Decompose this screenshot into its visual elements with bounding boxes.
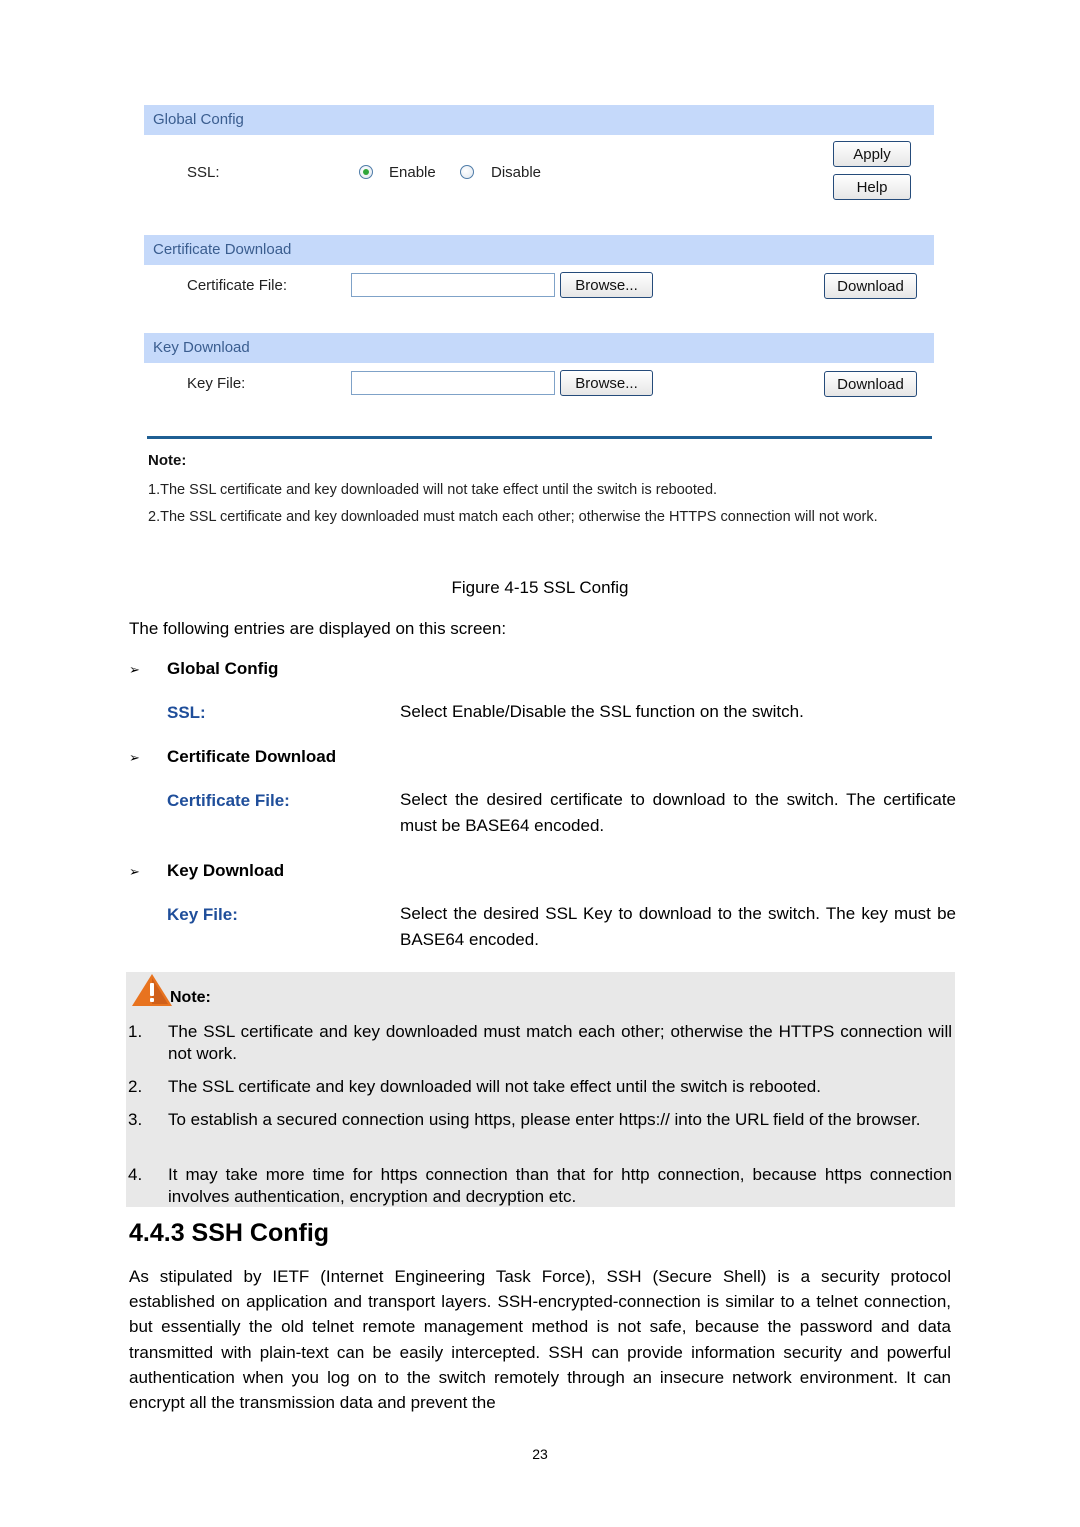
- note-divider: [147, 436, 932, 439]
- note-item-text: To establish a secured connection using …: [168, 1110, 921, 1129]
- ssl-disable-radio[interactable]: [460, 165, 474, 179]
- section-key-download: ➢ Key Download: [129, 861, 284, 881]
- ssl-enable-radio[interactable]: [359, 165, 373, 179]
- note-item-text: The SSL certificate and key downloaded m…: [168, 1022, 952, 1063]
- desc-certificate-file: Select the desired certificate to downlo…: [400, 790, 956, 835]
- term-key-file: Key File:: [167, 905, 238, 924]
- figure-caption: Figure 4-15 SSL Config: [451, 578, 629, 597]
- key-file-label: Key File:: [187, 375, 246, 392]
- key-file-input[interactable]: [351, 371, 555, 395]
- warning-triangle-icon: [130, 972, 174, 1013]
- desc-key-file: Select the desired SSL Key to download t…: [400, 904, 956, 949]
- screenshot-note-item: 2.The SSL certificate and key downloaded…: [148, 509, 878, 525]
- desc-ssl: Select Enable/Disable the SSL function o…: [400, 702, 804, 721]
- note-label: Note:: [170, 989, 211, 1006]
- note-item-number: 3.: [128, 1110, 143, 1129]
- term-certificate-file: Certificate File:: [167, 791, 290, 810]
- help-button[interactable]: Help: [833, 174, 911, 200]
- certificate-download-header: Certificate Download: [144, 235, 934, 265]
- global-config-header: Global Config: [144, 105, 934, 135]
- screenshot-note-item: 1.The SSL certificate and key downloaded…: [148, 482, 718, 498]
- certificate-download-button[interactable]: Download: [824, 273, 917, 299]
- note-item-number: 2.: [128, 1077, 143, 1096]
- note-item-text: It may take more time for https connecti…: [168, 1165, 952, 1206]
- note-box: Note: 1. The SSL certificate and key dow…: [126, 972, 955, 1207]
- certificate-file-label: Certificate File:: [187, 277, 288, 294]
- key-download-header: Key Download: [144, 333, 934, 363]
- section-heading: 4.4.3 SSH Config: [129, 1219, 330, 1247]
- ssl-enable-label[interactable]: Enable: [389, 164, 436, 181]
- section-title: Certificate Download: [167, 747, 337, 766]
- key-download-button[interactable]: Download: [824, 371, 917, 397]
- section-certificate-download: ➢ Certificate Download: [129, 747, 336, 767]
- arrowhead-bullet-icon: ➢: [129, 750, 140, 765]
- certificate-browse-button[interactable]: Browse...: [560, 272, 653, 298]
- ssl-config-screenshot: Global Config SSL: Enable Disable Apply …: [144, 105, 934, 563]
- intro-text: The following entries are displayed on t…: [129, 619, 507, 638]
- ssl-label: SSL:: [187, 164, 220, 181]
- note-item-number: 1.: [128, 1022, 143, 1041]
- note-item-text: The SSL certificate and key downloaded w…: [168, 1077, 821, 1096]
- arrowhead-bullet-icon: ➢: [129, 864, 140, 879]
- page-number: 23: [532, 1446, 548, 1462]
- key-browse-button[interactable]: Browse...: [560, 370, 653, 396]
- arrowhead-bullet-icon: ➢: [129, 662, 140, 677]
- screenshot-note-title: Note:: [148, 452, 187, 469]
- note-item-number: 4.: [128, 1165, 143, 1184]
- certificate-file-input[interactable]: [351, 273, 555, 297]
- body-paragraph: As stipulated by IETF (Internet Engineer…: [129, 1267, 951, 1413]
- ssl-disable-label[interactable]: Disable: [491, 164, 541, 181]
- apply-button[interactable]: Apply: [833, 141, 911, 167]
- section-title: Global Config: [167, 659, 279, 678]
- term-ssl: SSL:: [167, 703, 206, 722]
- section-global-config: ➢ Global Config: [129, 659, 278, 679]
- section-title: Key Download: [167, 861, 285, 880]
